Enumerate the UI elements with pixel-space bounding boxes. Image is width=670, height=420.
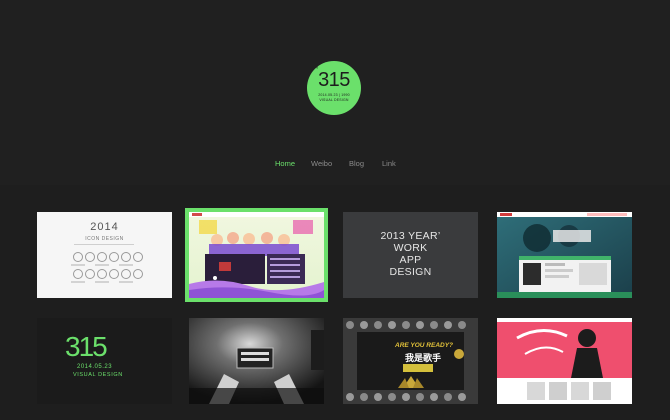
portfolio-tile-visual-design[interactable]: ° 315 2014.05.23 VISUAL DESIGN: [37, 318, 172, 404]
logo-number: 315: [318, 69, 350, 91]
portfolio-tile-app-design[interactable]: 2013 YEAR’ WORK APP DESIGN: [343, 212, 478, 298]
nav-home[interactable]: Home: [275, 158, 295, 170]
tile-show-title: 我是歌手: [405, 353, 442, 363]
portfolio-tile-icon-design[interactable]: 2014 ICON DESIGN: [37, 212, 172, 298]
portfolio-tile-singer-show[interactable]: ARE YOU READY? 我是歌手: [343, 318, 478, 404]
circle-icon: [97, 252, 107, 262]
tile-title-line-2: WORK: [393, 242, 428, 254]
portfolio-tile-fashion-site[interactable]: [497, 318, 632, 404]
caption-bar: [95, 281, 109, 283]
nav-blog[interactable]: Blog: [349, 158, 364, 170]
music-site-thumbnail: [497, 212, 632, 298]
tile-title: 2013 YEAR’ WORK APP DESIGN: [343, 230, 478, 278]
logo-line-1: 2014.05.23 | 1990: [318, 93, 350, 97]
tile-line-1: 2014.05.23: [77, 364, 113, 370]
tile-tagline: ARE YOU READY?: [395, 342, 454, 349]
circle-icon: [73, 252, 83, 262]
portfolio-tile-concert-poster[interactable]: [189, 318, 324, 404]
circle-icon: [121, 269, 131, 279]
circle-icon: [133, 252, 143, 262]
tile-number: 315: [65, 331, 108, 362]
tile-title-line-4: DESIGN: [389, 266, 432, 278]
circle-icon: [109, 269, 119, 279]
circle-icon: [73, 269, 83, 279]
circle-icon: [97, 269, 107, 279]
tile-title-line-1: 2013 YEAR’: [380, 230, 441, 242]
caption-bar: [71, 281, 85, 283]
nav-weibo[interactable]: Weibo: [311, 158, 332, 170]
concert-poster-thumbnail: [189, 318, 324, 404]
logo-line-2: VISUAL DESIGN: [319, 98, 349, 102]
circle-icon: [109, 252, 119, 262]
tile-title-line-3: APP: [399, 254, 422, 266]
circle-icon: [121, 252, 131, 262]
main-nav: Home Weibo Blog Link: [0, 158, 670, 172]
site-logo[interactable]: ° 315 2014.05.23 | 1990 VISUAL DESIGN: [307, 61, 361, 115]
caption-bar: [95, 264, 109, 266]
portfolio-tile-festival-site[interactable]: [185, 208, 328, 302]
festival-site-thumbnail: [189, 212, 324, 298]
tile-line-2: VISUAL DESIGN: [73, 372, 123, 378]
portfolio-tile-music-site[interactable]: [497, 212, 632, 298]
fashion-site-thumbnail: [497, 318, 632, 404]
circle-icon: [133, 269, 143, 279]
caption-bar: [119, 264, 133, 266]
tile-title: 2014: [90, 221, 119, 233]
circle-icon: [85, 269, 95, 279]
caption-bar: [71, 264, 85, 266]
divider: [74, 244, 134, 245]
circle-icon: [85, 252, 95, 262]
caption-bar: [119, 281, 133, 283]
tile-badge: [403, 364, 433, 372]
tile-subtitle: ICON DESIGN: [85, 236, 124, 242]
nav-link[interactable]: Link: [382, 158, 396, 170]
